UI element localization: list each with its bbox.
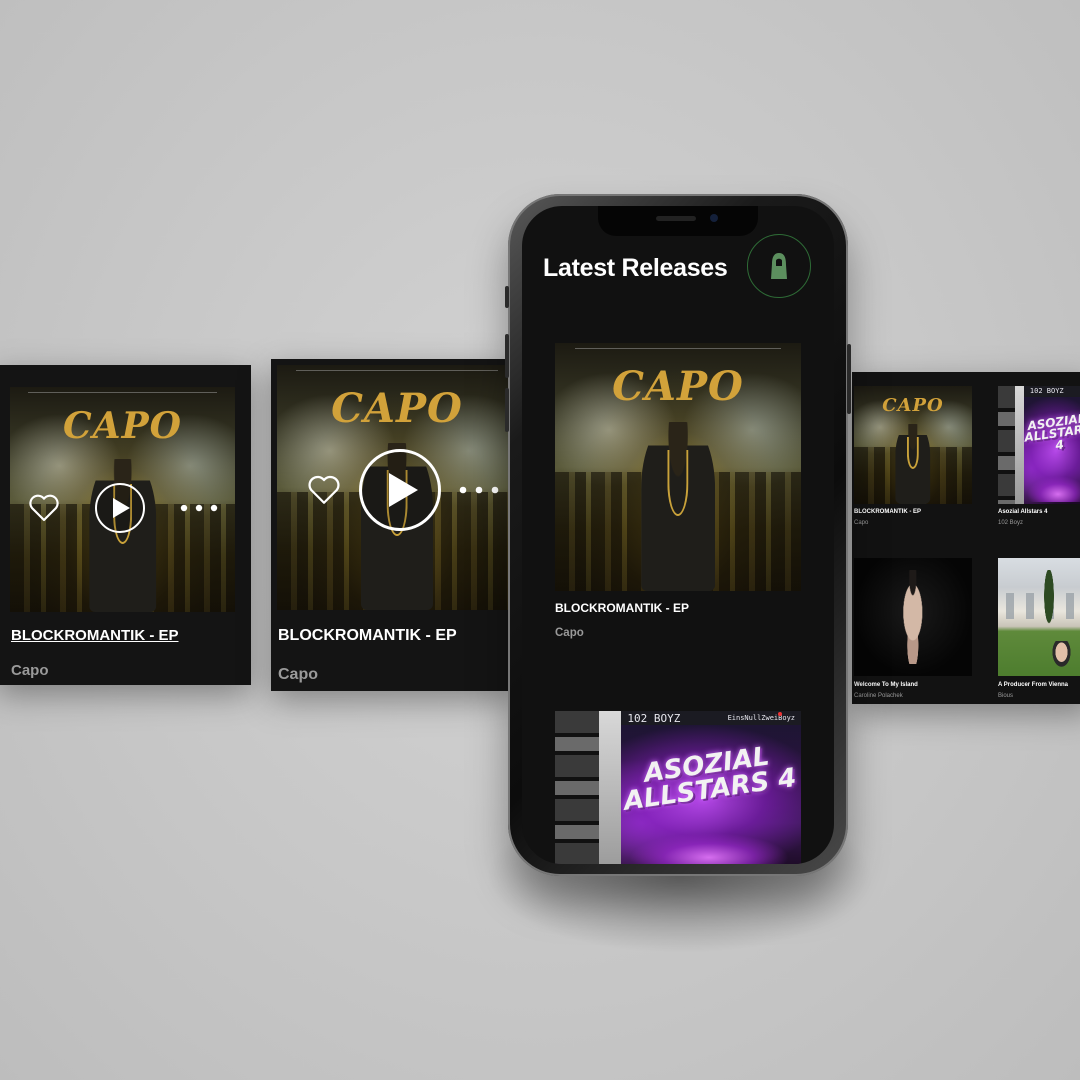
album-art-logo: CAPO [331, 384, 463, 432]
more-dots-icon[interactable] [459, 486, 499, 494]
more-dots-icon[interactable] [180, 504, 218, 512]
profile-avatar[interactable] [747, 234, 811, 298]
album-art-header: 102 BOYZ EinsNullZweiBoyz [621, 711, 801, 726]
release-artist[interactable]: Caroline Polachek [854, 693, 903, 699]
release-title[interactable]: BLOCKROMANTIK - EP [854, 509, 921, 515]
heart-icon[interactable] [307, 474, 341, 506]
release-title-link[interactable]: BLOCKROMANTIK - EP [11, 627, 179, 644]
play-icon [389, 473, 418, 507]
release-title[interactable]: BLOCKROMANTIK - EP [278, 627, 457, 645]
volume-button [505, 286, 509, 308]
heart-icon[interactable] [28, 493, 60, 523]
album-art[interactable]: 102 BOYZ ASOZIAL ALLSTARS 4 [998, 386, 1080, 504]
card-controls [10, 483, 235, 533]
album-art-logo: CAPO [612, 362, 744, 410]
phone-screen: Latest Releases CAPO BLOCKROMANTIK - EP … [522, 206, 834, 864]
phone-mockup: Latest Releases CAPO BLOCKROMANTIK - EP … [505, 194, 851, 876]
album-art[interactable] [854, 558, 972, 676]
album-art[interactable]: 102 BOYZ EinsNullZweiBoyz ASOZIAL ALLSTA… [555, 711, 801, 864]
release-grid-panel: CAPO BLOCKROMANTIK - EP Capo 102 BOYZ AS… [852, 372, 1080, 704]
release-title[interactable]: BLOCKROMANTIK - EP [555, 601, 689, 615]
release-artist[interactable]: Capo [278, 666, 318, 684]
album-art[interactable]: CAPO [555, 343, 801, 591]
page-title: Latest Releases [543, 254, 728, 282]
release-card-hover-underlined[interactable]: CAPO BLOCKROMANTIK - EP Capo [0, 365, 251, 685]
release-artist[interactable]: Capo [854, 520, 868, 526]
album-art-header: 102 BOYZ [1023, 386, 1080, 397]
release-artist[interactable]: Capo [11, 662, 49, 679]
release-artist[interactable]: Bious [998, 693, 1013, 699]
volume-button [505, 334, 509, 378]
play-button[interactable] [359, 449, 441, 531]
release-card-hover[interactable]: CAPO BLOCKROMANTIK - EP Capo [271, 359, 516, 691]
play-icon [113, 498, 130, 518]
release-artist[interactable]: 102 Boyz [998, 520, 1023, 526]
power-button [847, 344, 851, 414]
album-art-logo: CAPO [62, 405, 182, 447]
release-title[interactable]: A Producer From Vienna [998, 682, 1068, 688]
release-artist[interactable]: Capo [555, 627, 584, 639]
album-art-title: ASOZIAL ALLSTARS 4 [1023, 410, 1080, 452]
hooded-figure-icon [771, 253, 787, 279]
album-art-title: ASOZIAL ALLSTARS 4 [622, 741, 799, 817]
play-button[interactable] [94, 483, 145, 533]
card-controls [277, 449, 516, 531]
notch [598, 206, 758, 236]
release-title[interactable]: Asozial Allstars 4 [998, 509, 1047, 515]
album-art[interactable] [998, 558, 1080, 676]
album-art: CAPO [10, 387, 235, 612]
album-art-logo: CAPO [882, 395, 944, 417]
album-art: CAPO [277, 365, 516, 610]
volume-button [505, 388, 509, 432]
album-art[interactable]: CAPO [854, 386, 972, 504]
release-title[interactable]: Welcome To My Island [854, 682, 918, 688]
red-dot [778, 712, 782, 716]
